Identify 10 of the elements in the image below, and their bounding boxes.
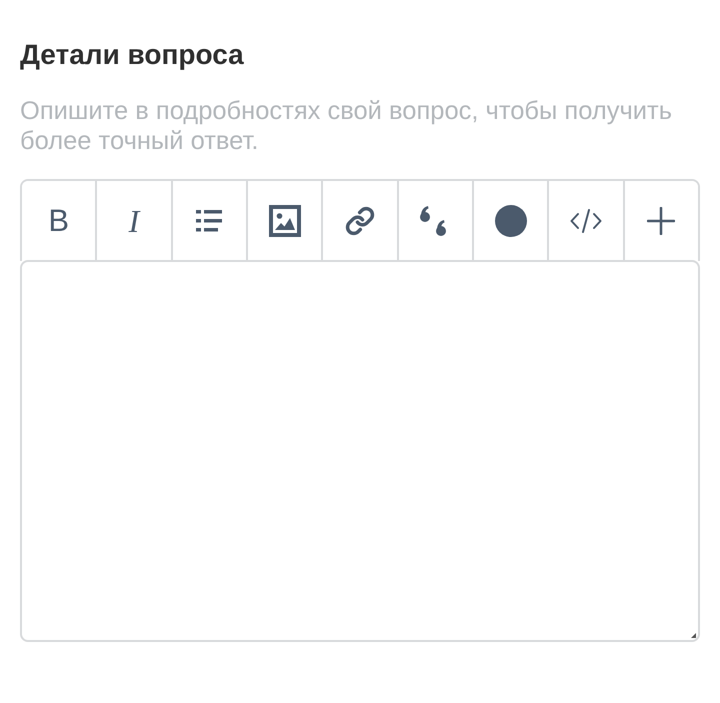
circle-icon — [494, 205, 527, 237]
editor-field[interactable] — [20, 260, 700, 642]
plus-icon — [647, 207, 676, 235]
list-icon — [196, 210, 222, 232]
image-icon — [268, 205, 301, 237]
code-icon — [570, 209, 602, 233]
link-icon — [344, 206, 375, 236]
section-title: Детали вопроса — [20, 38, 244, 72]
section-hint: Опишите в подробностях свой вопрос, чтобы получить более точный ответ. — [20, 96, 673, 156]
resize-handle-icon[interactable] — [691, 633, 696, 638]
